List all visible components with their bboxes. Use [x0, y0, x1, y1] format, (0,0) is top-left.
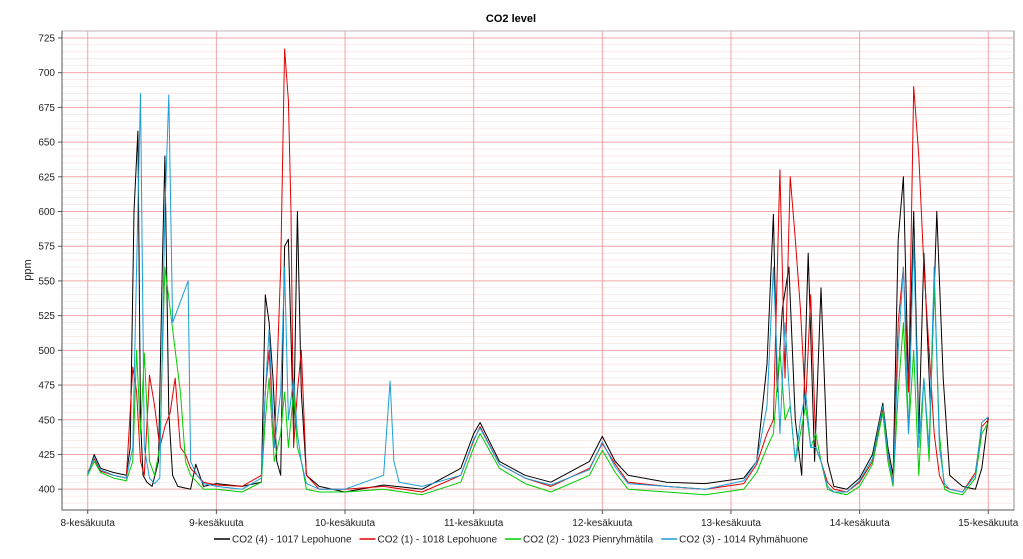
y-tick-label: 500 [38, 346, 55, 357]
chart-title: CO2 level [486, 13, 536, 25]
legend-item-4: CO2 (3) - 1014 Ryhmähuone [661, 535, 808, 546]
y-tick-label: 575 [38, 242, 55, 253]
y-axis-label: ppm [22, 259, 34, 280]
y-tick-label: 425 [38, 450, 55, 461]
legend-item-1: CO2 (4) - 1017 Lepohuone [214, 535, 352, 546]
y-tick-label: 450 [38, 415, 55, 426]
legend-label: CO2 (2) - 1023 Pienryhmätila [523, 535, 653, 546]
y-tick-label: 600 [38, 207, 55, 218]
y-tick-label: 650 [38, 138, 55, 149]
x-tick-label: 14-kesäkuuta [830, 518, 890, 529]
x-tick-label: 11-kesäkuuta [444, 518, 504, 529]
y-tick-label: 725 [38, 33, 55, 44]
legend-item-2: CO2 (1) - 1018 Lepohuone [359, 535, 498, 546]
x-tick-label: 9-kesäkuuta [189, 518, 244, 529]
co2-level-chart: CO2 level 400 425 450 475 500 525 550 575 600 625… [0, 0, 1023, 559]
y-tick-label: 700 [38, 68, 55, 79]
legend-label: CO2 (1) - 1018 Lepohuone [378, 535, 498, 546]
x-tick-label: 8-kesäkuuta [60, 518, 115, 529]
x-tick-label: 10-kesäkuuta [315, 518, 375, 529]
legend-label: CO2 (4) - 1017 Lepohuone [232, 535, 352, 546]
y-tick-label: 525 [38, 311, 55, 322]
x-tick-label: 12-kesäkuuta [572, 518, 632, 529]
y-tick-label: 625 [38, 172, 55, 183]
y-tick-label: 550 [38, 276, 55, 287]
y-tick-label: 400 [38, 485, 55, 496]
x-tick-label: 13-kesäkuuta [701, 518, 761, 529]
y-tick-label: 475 [38, 381, 55, 392]
x-tick-label: 15-kesäkuuta [958, 518, 1018, 529]
legend-item-3: CO2 (2) - 1023 Pienryhmätila [505, 535, 653, 546]
plot-background [61, 30, 1015, 511]
legend-label: CO2 (3) - 1014 Ryhmähuone [679, 535, 808, 546]
plot-area [61, 30, 1015, 511]
y-tick-label: 675 [38, 103, 55, 114]
